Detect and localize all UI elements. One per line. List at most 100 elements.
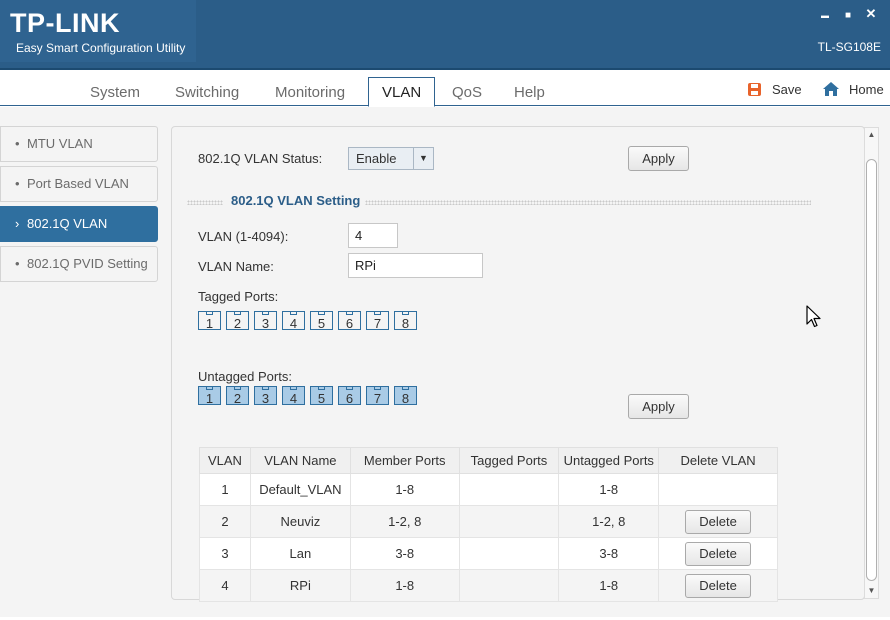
- cell-tagged-ports: [458, 569, 560, 602]
- section-divider: [187, 200, 223, 205]
- port-number: 8: [401, 316, 410, 331]
- maximize-icon: ■: [844, 10, 852, 21]
- tagged-port-7[interactable]: 7: [366, 311, 389, 331]
- sidebar-item-label: 802.1Q VLAN: [27, 216, 108, 231]
- port-icon: [206, 387, 213, 390]
- sidebar-item-8021q-vlan[interactable]: › 802.1Q VLAN: [0, 206, 158, 242]
- save-icon: [748, 82, 761, 96]
- mouse-pointer-icon: [806, 305, 821, 328]
- untagged-port-6[interactable]: 6: [338, 386, 361, 406]
- port-icon: [346, 387, 353, 390]
- port-icon: [374, 387, 381, 390]
- untagged-port-3[interactable]: 3: [254, 386, 277, 406]
- save-button[interactable]: Save: [747, 79, 802, 99]
- tagged-port-5[interactable]: 5: [310, 311, 333, 331]
- port-number: 4: [289, 316, 298, 331]
- port-number: 7: [373, 316, 382, 331]
- status-apply-button[interactable]: Apply: [628, 146, 689, 171]
- untagged-port-4[interactable]: 4: [282, 386, 305, 406]
- sidebar-item-label: Port Based VLAN: [27, 176, 129, 191]
- tab-monitoring[interactable]: Monitoring: [275, 80, 345, 106]
- tagged-ports-label: Tagged Ports:: [198, 289, 279, 304]
- tagged-ports-group: 1 2 3 4 5 6 7 8: [198, 311, 417, 331]
- scroll-down-icon[interactable]: ▼: [865, 585, 878, 597]
- untagged-port-1[interactable]: 1: [198, 386, 221, 406]
- cell-delete: Delete: [658, 569, 778, 602]
- untagged-ports-label: Untagged Ports:: [198, 369, 292, 384]
- tab-vlan[interactable]: VLAN: [368, 77, 436, 107]
- sidebar-item-8021q-pvid-setting[interactable]: • 802.1Q PVID Setting: [0, 246, 158, 282]
- port-icon: [206, 312, 213, 315]
- tagged-port-2[interactable]: 2: [226, 311, 249, 331]
- port-icon: [346, 312, 353, 315]
- cell-delete: Delete: [658, 505, 778, 538]
- minimize-button[interactable]: ▬: [814, 4, 836, 24]
- dropdown-arrow-icon: ▼: [413, 148, 433, 169]
- tp-link-logo: TP-LINK: [10, 8, 120, 38]
- untagged-port-7[interactable]: 7: [366, 386, 389, 406]
- port-icon: [402, 312, 409, 315]
- cell-vlan-id: 1: [199, 473, 251, 506]
- sidebar-item-port-based-vlan[interactable]: • Port Based VLAN: [0, 166, 158, 202]
- column-header-member-ports: Member Ports: [349, 447, 460, 474]
- tagged-port-8[interactable]: 8: [394, 311, 417, 331]
- port-number: 1: [205, 316, 214, 331]
- cell-tagged-ports: [458, 537, 560, 570]
- section-divider: [365, 200, 811, 205]
- delete-vlan-button[interactable]: Delete: [685, 509, 752, 534]
- cell-untagged-ports: 1-2, 8: [558, 505, 660, 538]
- maximize-button[interactable]: ■: [837, 4, 859, 24]
- vlan-name-input[interactable]: RPi: [348, 253, 483, 278]
- tagged-port-1[interactable]: 1: [198, 311, 221, 331]
- port-icon: [374, 312, 381, 315]
- port-icon: [318, 312, 325, 315]
- column-header-vlan-name: VLAN Name: [249, 447, 351, 474]
- title-bar: TP-LINK Easy Smart Configuration Utility…: [0, 0, 890, 70]
- tab-qos[interactable]: QoS: [452, 80, 482, 106]
- cell-vlan-name: RPi: [249, 569, 351, 602]
- tab-help[interactable]: Help: [514, 80, 545, 106]
- delete-vlan-button[interactable]: Delete: [685, 573, 752, 598]
- untagged-port-8[interactable]: 8: [394, 386, 417, 406]
- delete-vlan-button[interactable]: Delete: [685, 541, 752, 566]
- cell-member-ports: 3-8: [349, 537, 460, 570]
- port-icon: [262, 312, 269, 315]
- port-number: 1: [205, 391, 214, 406]
- sidebar-item-mtu-vlan[interactable]: • MTU VLAN: [0, 126, 158, 162]
- port-number: 4: [289, 391, 298, 406]
- vlan-id-input[interactable]: 4: [348, 223, 398, 248]
- vlan-status-select[interactable]: Enable ▼: [348, 147, 434, 170]
- bullet-icon: •: [15, 136, 20, 151]
- setting-apply-button[interactable]: Apply: [628, 394, 689, 419]
- tab-system[interactable]: System: [90, 80, 140, 106]
- port-number: 7: [373, 391, 382, 406]
- vertical-scrollbar[interactable]: ▲ ▼: [864, 127, 879, 599]
- port-icon: [262, 387, 269, 390]
- cell-member-ports: 1-2, 8: [349, 505, 460, 538]
- table-row: 2 Neuviz 1-2, 8 1-2, 8 Delete: [199, 505, 778, 538]
- tagged-port-4[interactable]: 4: [282, 311, 305, 331]
- cell-member-ports: 1-8: [349, 473, 460, 506]
- cell-untagged-ports: 1-8: [558, 473, 660, 506]
- home-icon: [823, 82, 839, 96]
- table-row: 4 RPi 1-8 1-8 Delete: [199, 569, 778, 602]
- home-button[interactable]: Home: [822, 79, 884, 99]
- table-row: 1 Default_VLAN 1-8 1-8: [199, 473, 778, 506]
- port-icon: [234, 312, 241, 315]
- tagged-port-3[interactable]: 3: [254, 311, 277, 331]
- cell-untagged-ports: 3-8: [558, 537, 660, 570]
- tab-switching[interactable]: Switching: [175, 80, 239, 106]
- untagged-port-2[interactable]: 2: [226, 386, 249, 406]
- cell-tagged-ports: [458, 473, 560, 506]
- scroll-up-icon[interactable]: ▲: [865, 129, 878, 141]
- tagged-port-6[interactable]: 6: [338, 311, 361, 331]
- column-header-vlan: VLAN: [199, 447, 251, 474]
- close-button[interactable]: ✕: [860, 4, 882, 24]
- port-number: 5: [317, 316, 326, 331]
- untagged-port-5[interactable]: 5: [310, 386, 333, 406]
- cell-delete: Delete: [658, 537, 778, 570]
- minimize-icon: ▬: [821, 11, 829, 20]
- untagged-ports-group: 1 2 3 4 5 6 7 8: [198, 386, 417, 406]
- scrollbar-thumb[interactable]: [866, 159, 877, 581]
- bullet-icon: •: [15, 256, 20, 271]
